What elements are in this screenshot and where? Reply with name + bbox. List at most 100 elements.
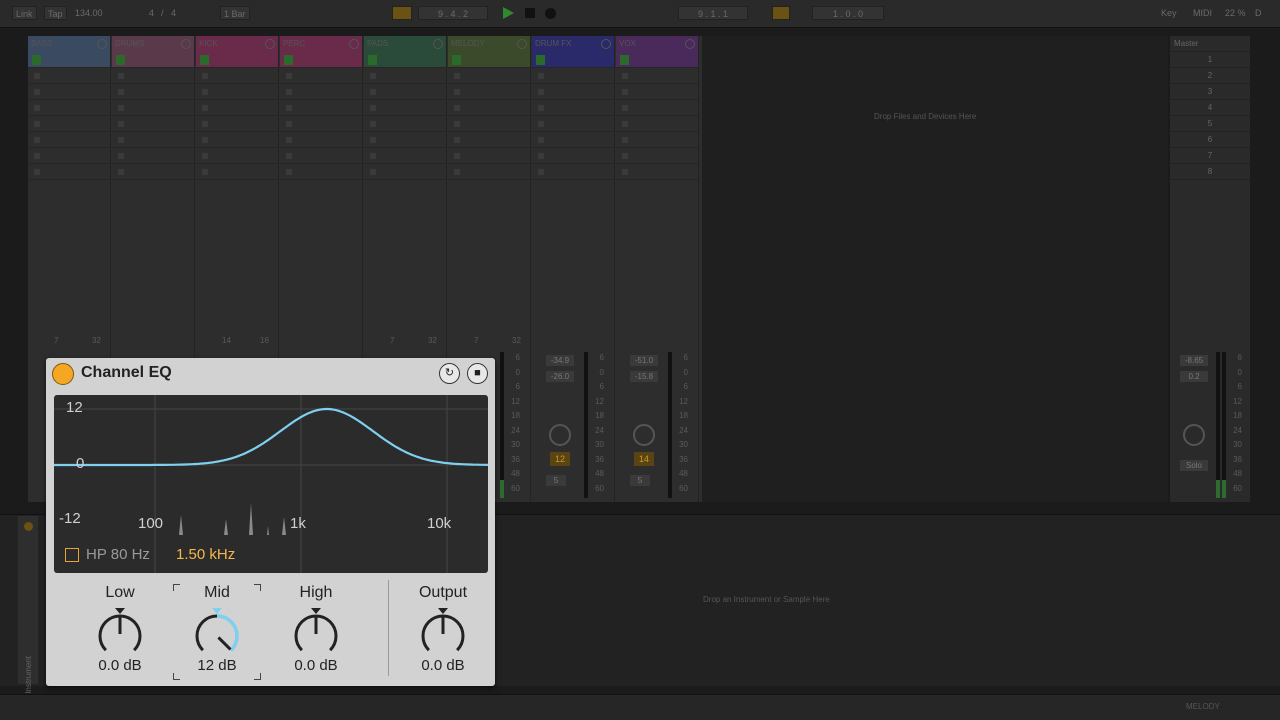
clip-slot[interactable] (364, 132, 446, 148)
clip-slot[interactable] (196, 148, 278, 164)
clip-slot[interactable] (364, 164, 446, 180)
knob-output[interactable] (413, 602, 473, 662)
clip-launch-icon[interactable] (32, 55, 41, 65)
stop-slot-icon[interactable] (34, 137, 40, 143)
scene-launch[interactable]: 6 (1170, 132, 1250, 148)
track-fold-icon[interactable] (601, 39, 611, 49)
send-value[interactable]: 32 (92, 336, 101, 345)
key-map-button[interactable]: Key (1158, 6, 1180, 20)
clip-slot[interactable] (448, 132, 530, 148)
device-chain-strip[interactable]: Instrument (18, 516, 38, 694)
clip-launch-icon[interactable] (452, 55, 461, 65)
stop-slot-icon[interactable] (118, 169, 124, 175)
stop-slot-icon[interactable] (286, 153, 292, 159)
play-icon[interactable] (503, 7, 514, 19)
clip-slot[interactable] (280, 132, 362, 148)
stop-slot-icon[interactable] (370, 105, 376, 111)
stop-slot-icon[interactable] (538, 121, 544, 127)
track-fold-icon[interactable] (349, 39, 359, 49)
clip-slot[interactable] (448, 148, 530, 164)
stop-slot-icon[interactable] (34, 73, 40, 79)
stop-slot-icon[interactable] (538, 153, 544, 159)
stop-slot-icon[interactable] (538, 89, 544, 95)
scene-launch[interactable]: 3 (1170, 84, 1250, 100)
send-value[interactable]: 14 (222, 336, 231, 345)
device-power-button[interactable] (52, 363, 74, 385)
track-fold-icon[interactable] (517, 39, 527, 49)
loop-toggle[interactable] (772, 6, 790, 20)
clip-slot[interactable] (196, 52, 278, 68)
stop-slot-icon[interactable] (622, 89, 628, 95)
clip-slot[interactable] (28, 116, 110, 132)
clip-slot[interactable] (196, 116, 278, 132)
stop-slot-icon[interactable] (34, 89, 40, 95)
stop-slot-icon[interactable] (34, 105, 40, 111)
stop-slot-icon[interactable] (454, 153, 460, 159)
scene-launch[interactable]: 5 (1170, 116, 1250, 132)
stop-slot-icon[interactable] (622, 137, 628, 143)
clip-slot[interactable] (448, 116, 530, 132)
clip-slot[interactable] (364, 52, 446, 68)
stop-slot-icon[interactable] (454, 121, 460, 127)
clip-launch-icon[interactable] (620, 55, 629, 65)
clip-launch-icon[interactable] (200, 55, 209, 65)
clip-slot[interactable] (616, 132, 698, 148)
track-header[interactable]: MELODY (448, 36, 530, 52)
vox-pan-knob[interactable] (633, 424, 655, 446)
stop-slot-icon[interactable] (286, 121, 292, 127)
stop-slot-icon[interactable] (202, 105, 208, 111)
stop-icon[interactable] (525, 8, 535, 18)
drumfx-pan-knob[interactable] (549, 424, 571, 446)
link-button[interactable]: Link (12, 6, 37, 20)
send-value[interactable]: 7 (474, 336, 478, 345)
clip-slot[interactable] (196, 132, 278, 148)
vox-solo[interactable]: 5 (630, 475, 650, 486)
stop-slot-icon[interactable] (622, 153, 628, 159)
clip-slot[interactable] (196, 100, 278, 116)
signature-denominator[interactable]: 4 (168, 6, 179, 20)
vox-volume[interactable]: -51.0 (630, 355, 658, 366)
clip-slot[interactable] (532, 68, 614, 84)
clip-slot[interactable] (112, 100, 194, 116)
tap-button[interactable]: Tap (44, 6, 67, 20)
clip-slot[interactable] (448, 84, 530, 100)
stop-slot-icon[interactable] (202, 121, 208, 127)
master-volume[interactable]: -8.65 (1180, 355, 1208, 366)
stop-slot-icon[interactable] (286, 137, 292, 143)
clip-slot[interactable] (448, 100, 530, 116)
knob-low[interactable] (90, 602, 150, 662)
track-fold-icon[interactable] (265, 39, 275, 49)
stop-slot-icon[interactable] (454, 137, 460, 143)
clip-slot[interactable] (280, 68, 362, 84)
mid-frequency-value[interactable]: 1.50 kHz (176, 546, 235, 563)
clip-slot[interactable] (280, 52, 362, 68)
master-solo[interactable]: Solo (1180, 460, 1208, 471)
stop-slot-icon[interactable] (370, 169, 376, 175)
stop-slot-icon[interactable] (370, 73, 376, 79)
send-value[interactable]: 16 (260, 336, 269, 345)
hp-filter-checkbox[interactable] (65, 548, 79, 562)
clip-slot[interactable] (28, 52, 110, 68)
clip-slot[interactable] (532, 84, 614, 100)
quantize-select[interactable]: 1 Bar (220, 6, 250, 20)
stop-slot-icon[interactable] (370, 137, 376, 143)
clip-slot[interactable] (280, 164, 362, 180)
stop-slot-icon[interactable] (538, 105, 544, 111)
track-header[interactable]: BASS (28, 36, 110, 52)
hot-swap-icon[interactable]: ↻ (439, 363, 460, 384)
clip-launch-icon[interactable] (284, 55, 293, 65)
send-value[interactable]: 7 (54, 336, 58, 345)
clip-slot[interactable] (616, 100, 698, 116)
clip-launch-icon[interactable] (116, 55, 125, 65)
record-icon[interactable] (545, 8, 556, 19)
clip-slot[interactable] (616, 52, 698, 68)
stop-slot-icon[interactable] (34, 169, 40, 175)
stop-slot-icon[interactable] (202, 137, 208, 143)
stop-slot-icon[interactable] (538, 73, 544, 79)
clip-slot[interactable] (448, 52, 530, 68)
track-fold-icon[interactable] (97, 39, 107, 49)
stop-slot-icon[interactable] (370, 121, 376, 127)
stop-slot-icon[interactable] (454, 105, 460, 111)
stop-slot-icon[interactable] (538, 137, 544, 143)
scene-launch[interactable]: 1 (1170, 52, 1250, 68)
